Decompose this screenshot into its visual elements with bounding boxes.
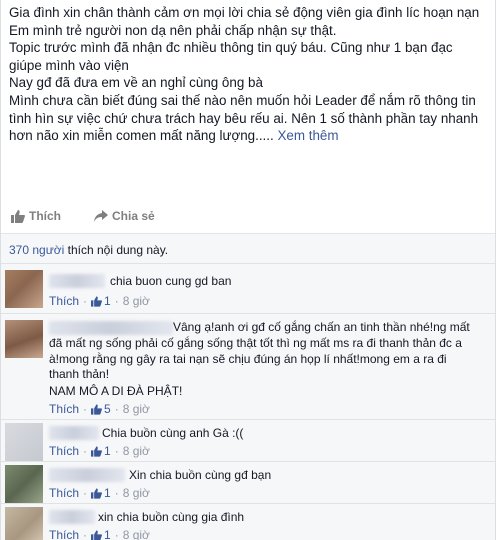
comment-like-count[interactable]: 1 xyxy=(91,528,111,540)
comment: Vâng ạ!anh ơi gđ cố gắng chấn an tinh th… xyxy=(1,314,495,420)
thumbs-up-icon xyxy=(91,445,103,457)
post-paragraph-last: Mình chưa cần biết đúng sai thế nào nên … xyxy=(9,92,489,145)
comment-time[interactable]: 8 giờ xyxy=(123,486,150,500)
avatar[interactable] xyxy=(5,423,43,461)
like-count-value: 1 xyxy=(104,528,111,540)
likes-count[interactable]: 370 người xyxy=(9,243,64,257)
avatar[interactable] xyxy=(5,270,43,308)
separator-dot: · xyxy=(114,444,119,458)
comment: Chia buồn cùng anh Gà :(( Thích · 1 · 8 … xyxy=(1,420,495,462)
separator-dot: · xyxy=(114,528,119,540)
like-count-value: 5 xyxy=(104,402,111,416)
post-paragraph: Topic trước mình đã nhận đc nhiều thông … xyxy=(9,40,453,73)
separator-dot: · xyxy=(114,294,119,308)
post-paragraph-text: Mình chưa cần biết đúng sai thế nào nên … xyxy=(9,92,479,144)
separator-dot: · xyxy=(114,486,119,500)
likes-rest-text: thích nội dung này. xyxy=(64,243,169,257)
post-paragraph: Gia đình xin chân thành cảm ơn mọi lời c… xyxy=(9,5,480,20)
post-paragraph: Em mình trẻ người non dạ nên phải chấp n… xyxy=(9,22,337,38)
comment-like-count[interactable]: 1 xyxy=(91,444,111,458)
like-count-value: 1 xyxy=(104,486,111,500)
comment-text: chia buon cung gd ban xyxy=(110,274,232,288)
comment-time[interactable]: 8 giờ xyxy=(123,294,150,308)
comment-text-body: Vâng ạ!anh ơi gđ cố gắng chấn an tinh th… xyxy=(49,320,470,382)
comment-like-count[interactable]: 1 xyxy=(91,486,111,500)
thumbs-up-icon xyxy=(91,295,103,307)
comment-meta: Thích · 5 · 8 giờ xyxy=(49,402,150,416)
post-paragraph: Nay gđ đã đưa em về an nghỉ cùng ông bà xyxy=(9,75,263,91)
thumbs-up-icon xyxy=(91,487,103,499)
thumbs-up-icon xyxy=(91,403,103,415)
commenter-name[interactable] xyxy=(49,274,105,288)
separator-dot: · xyxy=(83,294,88,308)
facebook-post: Gia đình xin chân thành cảm ơn mọi lời c… xyxy=(0,0,496,540)
avatar[interactable] xyxy=(5,320,43,358)
comment-text: xin chia buồn cùng gia đình xyxy=(98,510,245,524)
see-more-link[interactable]: Xem thêm xyxy=(277,128,338,143)
avatar[interactable] xyxy=(5,465,43,503)
comment: xin chia buồn cùng gia đình Thích · 1 · … xyxy=(1,504,495,540)
avatar[interactable] xyxy=(5,507,43,540)
comment-time[interactable]: 8 giờ xyxy=(123,528,150,540)
comment-like-link[interactable]: Thích xyxy=(49,444,79,458)
separator-dot: · xyxy=(83,528,88,540)
commenter-name[interactable] xyxy=(49,426,99,440)
comment-like-count[interactable]: 5 xyxy=(91,402,111,416)
post-body: Gia đình xin chân thành cảm ơn mọi lời c… xyxy=(9,4,489,145)
comment-like-link[interactable]: Thích xyxy=(49,486,79,500)
comment-like-link[interactable]: Thích xyxy=(49,402,79,416)
separator-dot: · xyxy=(83,444,88,458)
comment-like-link[interactable]: Thích xyxy=(49,528,79,540)
comment-meta: Thích · 1 · 8 giờ xyxy=(49,444,150,458)
likes-summary: 370 người thích nội dung này. xyxy=(1,234,495,264)
share-label: Chia sẻ xyxy=(112,209,155,223)
separator-dot: · xyxy=(83,486,88,500)
share-arrow-icon xyxy=(94,210,108,222)
thumbs-up-icon xyxy=(11,209,25,223)
separator-dot: · xyxy=(114,402,119,416)
post-actions: Thích Chia sẻ xyxy=(1,200,495,234)
comment-text: Vâng ạ!anh ơi gđ cố gắng chấn an tinh th… xyxy=(49,320,479,383)
comment-text: Chia buồn cùng anh Gà :(( xyxy=(102,426,244,440)
comment-time[interactable]: 8 giờ xyxy=(123,402,150,416)
comment-meta: Thích · 1 · 8 giờ xyxy=(49,486,150,500)
comment-text-line2: NAM MÔ A DI ĐÀ PHẬT! xyxy=(49,384,183,398)
likes-count-link[interactable]: 370 người thích nội dung này. xyxy=(9,243,168,257)
share-button[interactable]: Chia sẻ xyxy=(94,209,155,223)
commenter-name[interactable] xyxy=(49,468,125,482)
thumbs-up-icon xyxy=(91,529,103,540)
comment-like-link[interactable]: Thích xyxy=(49,294,79,308)
comment-text: Xin chia buồn cùng gđ bạn xyxy=(129,468,272,482)
like-button[interactable]: Thích xyxy=(11,209,61,223)
comment-meta: Thích · 1 · 8 giờ xyxy=(49,528,150,540)
comment: chia buon cung gd ban Thích · 1 · 8 giờ xyxy=(1,264,495,314)
like-count-value: 1 xyxy=(104,294,111,308)
comment-time[interactable]: 8 giờ xyxy=(123,444,150,458)
comment-like-count[interactable]: 1 xyxy=(91,294,111,308)
like-label: Thích xyxy=(29,209,61,223)
separator-dot: · xyxy=(83,402,88,416)
comment: Xin chia buồn cùng gđ bạn Thích · 1 · 8 … xyxy=(1,462,495,504)
comment-meta: Thích · 1 · 8 giờ xyxy=(49,294,150,308)
commenter-name[interactable] xyxy=(49,510,95,524)
like-count-value: 1 xyxy=(104,444,111,458)
